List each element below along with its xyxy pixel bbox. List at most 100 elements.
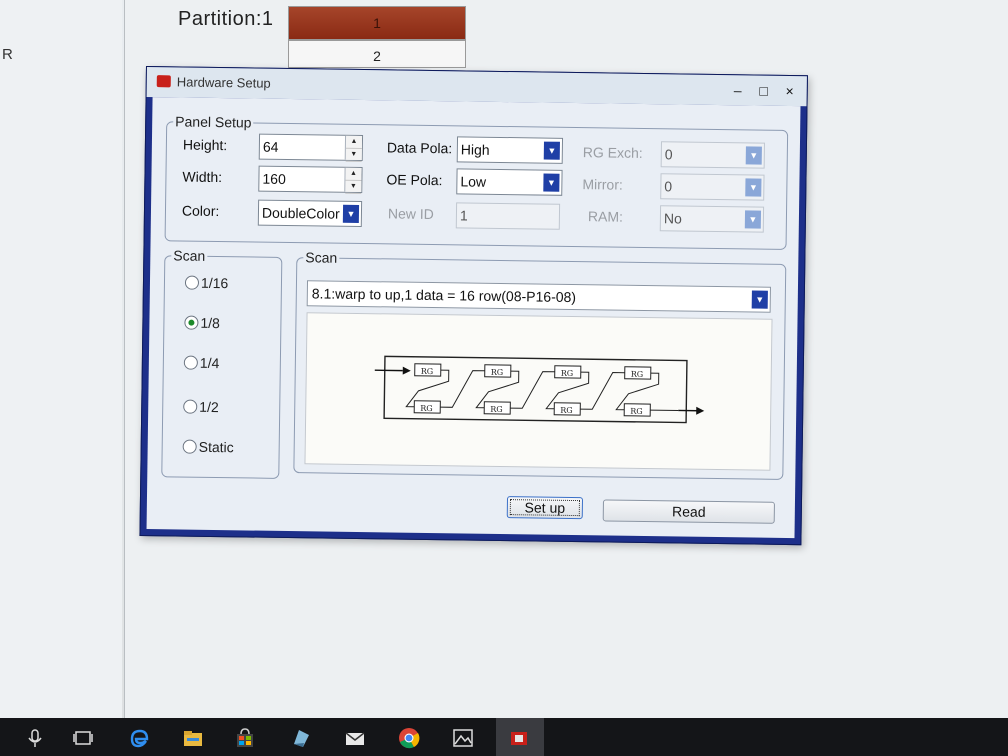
mirror-value: 0 bbox=[664, 178, 673, 195]
rg-label-bottom: RG bbox=[630, 407, 643, 416]
close-button[interactable]: × bbox=[777, 80, 803, 102]
chevron-down-icon: ▼ bbox=[745, 146, 762, 165]
read-button[interactable]: Read bbox=[602, 499, 775, 524]
mail-icon[interactable] bbox=[344, 727, 366, 749]
new-id-field: 1 bbox=[455, 202, 561, 230]
height-value: 64 bbox=[262, 138, 279, 155]
chevron-down-icon[interactable]: ▼ bbox=[543, 141, 560, 160]
oe-pola-value: Low bbox=[460, 173, 487, 190]
photos-icon[interactable] bbox=[452, 727, 474, 749]
output-arrowhead bbox=[696, 406, 705, 415]
chrome-icon[interactable] bbox=[398, 727, 420, 749]
panel-setup-group: Panel Setup Height: 64 ▲ ▼ Width: 160 ▲ ▼ … bbox=[164, 113, 789, 250]
rg-exch-label: RG Exch: bbox=[582, 144, 643, 161]
hardware-setup-dialog: Hardware Setup – □ × Panel Setup Height:… bbox=[139, 66, 808, 546]
led-app-icon[interactable] bbox=[508, 727, 530, 749]
radio-label: Static bbox=[198, 438, 234, 456]
data-pola-label: Data Pola: bbox=[386, 139, 453, 157]
radio-icon bbox=[182, 439, 197, 454]
scan-detail-legend: Scan bbox=[303, 249, 340, 266]
width-spin-buttons[interactable]: ▲ ▼ bbox=[344, 167, 362, 195]
rg-label-top: RG bbox=[491, 368, 504, 377]
scan-mode-group: Scan 1/16 1/8 1/4 1/2 Static bbox=[161, 247, 283, 479]
oe-pola-label: OE Pola: bbox=[386, 171, 443, 189]
oe-pola-select[interactable]: Low ▼ bbox=[456, 168, 563, 196]
chevron-down-icon[interactable]: ▼ bbox=[751, 290, 768, 309]
chevron-down-icon[interactable]: ▼ bbox=[543, 173, 560, 192]
radio-icon bbox=[183, 355, 198, 370]
radio-static[interactable]: Static bbox=[182, 438, 234, 456]
partition-item-2[interactable]: 2 bbox=[288, 40, 466, 68]
radio-label: 1/4 bbox=[199, 354, 220, 372]
ram-label: RAM: bbox=[587, 208, 624, 225]
chevron-down-icon: ▼ bbox=[744, 210, 762, 229]
scan-type-select[interactable]: 8.1:warp to up,1 data = 16 row(08-P16-08… bbox=[306, 280, 771, 313]
taskbar bbox=[0, 718, 1008, 756]
rg-label-bottom: RG bbox=[420, 404, 433, 413]
task-view-icon[interactable] bbox=[72, 727, 94, 749]
spin-up-icon[interactable]: ▲ bbox=[345, 135, 363, 150]
scan-mode-legend: Scan bbox=[171, 247, 208, 264]
radio-icon bbox=[183, 399, 198, 414]
mic-icon[interactable] bbox=[24, 727, 46, 749]
spin-down-icon[interactable]: ▼ bbox=[345, 180, 362, 195]
left-panel: R bbox=[0, 0, 122, 720]
new-id-value: 1 bbox=[459, 207, 468, 224]
module-2: RG RG bbox=[440, 364, 520, 415]
data-pola-value: High bbox=[460, 141, 490, 158]
data-pola-select[interactable]: High ▼ bbox=[456, 136, 564, 164]
app-logo-icon bbox=[156, 75, 171, 88]
partition-list: 1 2 bbox=[288, 6, 466, 68]
rg-label-top: RG bbox=[421, 367, 434, 376]
spin-down-icon[interactable]: ▼ bbox=[345, 148, 362, 163]
app-icon[interactable] bbox=[290, 727, 312, 749]
height-spin-buttons[interactable]: ▲ ▼ bbox=[344, 135, 363, 163]
radio-icon bbox=[184, 275, 200, 290]
input-arrowhead bbox=[402, 366, 411, 375]
height-label: Height: bbox=[182, 136, 228, 154]
color-value: DoubleColor bbox=[261, 204, 340, 222]
radio-label: 1/8 bbox=[200, 314, 220, 332]
width-spinner[interactable]: 160 ▲ ▼ bbox=[258, 165, 363, 195]
rg-exch-value: 0 bbox=[664, 146, 673, 163]
color-select[interactable]: DoubleColor ▼ bbox=[257, 199, 363, 228]
partition-label: Partition:1 bbox=[178, 8, 274, 30]
radio-1-8[interactable]: 1/8 bbox=[184, 315, 220, 331]
chevron-down-icon: ▼ bbox=[745, 178, 762, 197]
radio-selected-icon bbox=[184, 315, 199, 330]
panel-setup-legend: Panel Setup bbox=[173, 113, 254, 131]
edge-icon[interactable] bbox=[128, 727, 150, 749]
module-4: RG RG bbox=[580, 366, 679, 417]
module-1: RG RG bbox=[405, 363, 450, 414]
minimize-button[interactable]: – bbox=[725, 79, 751, 101]
radio-label: 1/2 bbox=[199, 398, 219, 416]
store-icon[interactable] bbox=[234, 727, 256, 749]
rg-label-top: RG bbox=[631, 370, 644, 379]
height-spinner[interactable]: 64 ▲ ▼ bbox=[258, 133, 364, 163]
radio-1-16[interactable]: 1/16 bbox=[184, 275, 228, 291]
scan-type-value: 8.1:warp to up,1 data = 16 row(08-P16-08… bbox=[311, 285, 577, 306]
mirror-select: 0 ▼ bbox=[660, 173, 765, 201]
setup-button[interactable]: Set up bbox=[506, 496, 584, 520]
scan-detail-group: Scan 8.1:warp to up,1 data = 16 row(08-P… bbox=[293, 249, 787, 480]
scan-wiring-diagram: RG RG RG RG RG RG RG RG bbox=[374, 355, 705, 424]
partition-item-1[interactable]: 1 bbox=[288, 6, 466, 40]
spin-up-icon[interactable]: ▲ bbox=[345, 167, 362, 182]
rg-label-bottom: RG bbox=[560, 406, 573, 415]
color-label: Color: bbox=[181, 202, 220, 220]
dialog-title: Hardware Setup bbox=[176, 74, 271, 91]
scan-diagram: RG RG RG RG RG RG RG RG bbox=[304, 312, 773, 471]
rg-label-bottom: RG bbox=[490, 405, 503, 414]
module-3: RG RG bbox=[510, 365, 590, 416]
mirror-label: Mirror: bbox=[582, 176, 623, 193]
file-explorer-icon[interactable] bbox=[182, 727, 204, 749]
width-value: 160 bbox=[262, 170, 286, 187]
maximize-button[interactable]: □ bbox=[751, 79, 777, 101]
radio-1-2[interactable]: 1/2 bbox=[183, 399, 219, 415]
left-panel-letter: R bbox=[2, 46, 13, 63]
width-label: Width: bbox=[182, 168, 223, 186]
radio-1-4[interactable]: 1/4 bbox=[183, 354, 220, 372]
rg-label-top: RG bbox=[561, 369, 574, 378]
rg-exch-select: 0 ▼ bbox=[660, 141, 765, 169]
chevron-down-icon[interactable]: ▼ bbox=[342, 204, 360, 223]
